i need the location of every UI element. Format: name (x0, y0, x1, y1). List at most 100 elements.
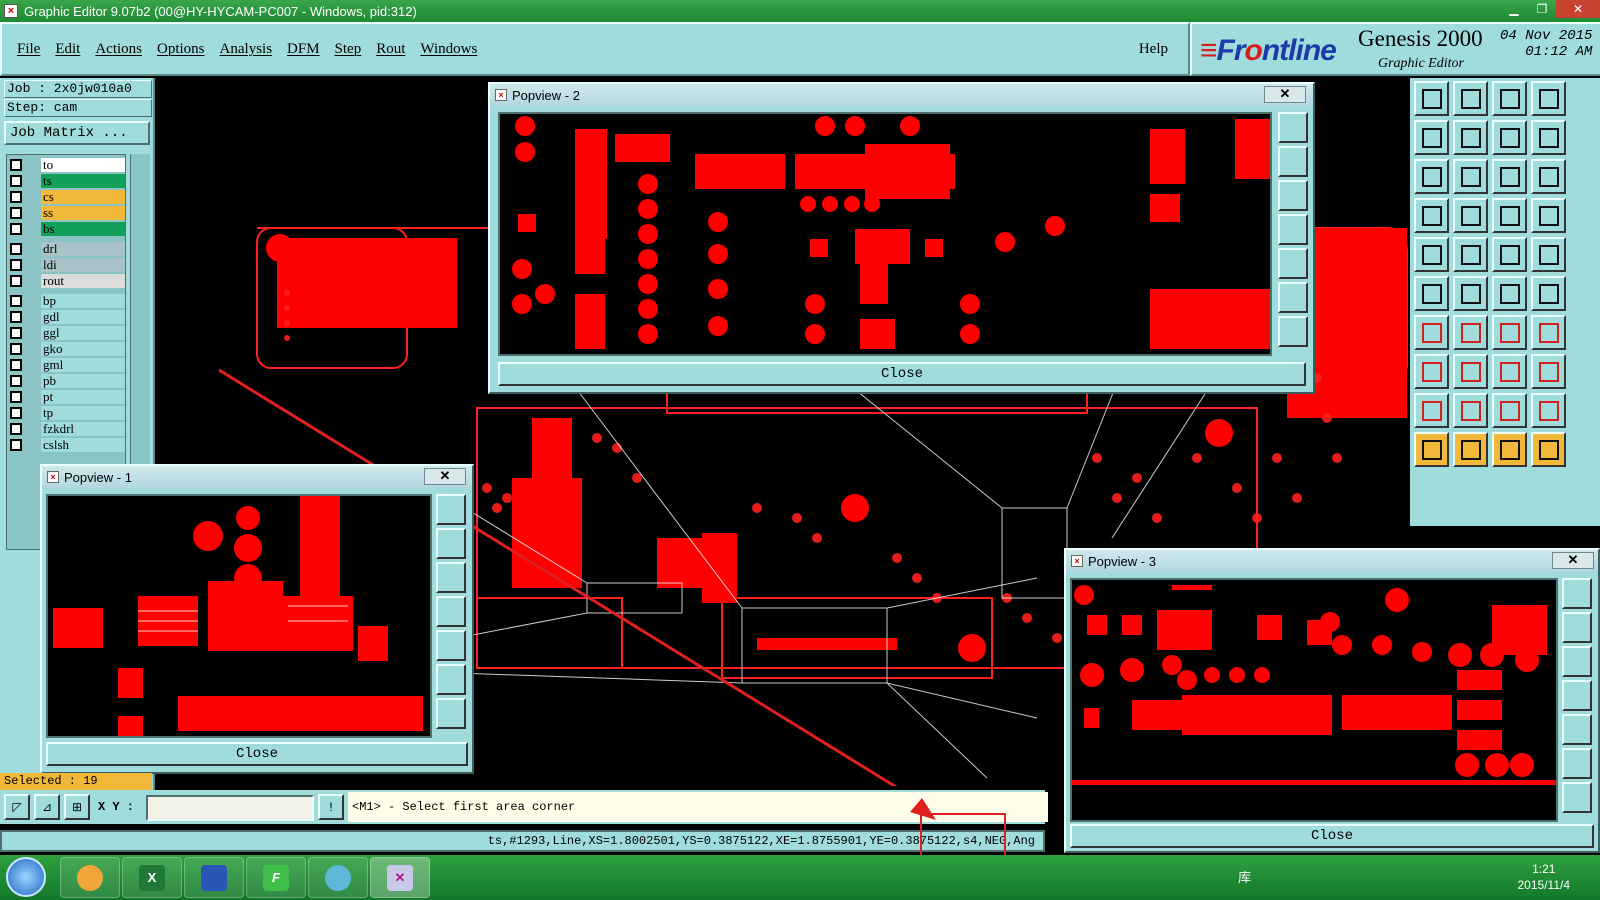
tool-button-r1-c4[interactable] (1531, 81, 1566, 116)
layer-row-fzkdrl[interactable]: fzkdrl (7, 421, 125, 436)
layer-row-ss[interactable]: ss (7, 205, 125, 220)
popview-3-tool-5[interactable] (1562, 714, 1592, 745)
popview-3-tool-2[interactable] (1562, 612, 1592, 643)
layer-checkbox[interactable] (10, 190, 22, 203)
popview-3-close-button[interactable]: Close (1070, 824, 1594, 848)
taskbar-excel[interactable]: X (122, 857, 182, 898)
tray-library[interactable]: 库 (1238, 867, 1251, 886)
tool-button-r5-c4[interactable] (1531, 237, 1566, 272)
layer-name[interactable]: bs (41, 221, 125, 236)
layer-row-ts[interactable]: ts (7, 173, 125, 188)
layer-row-to[interactable]: to (7, 157, 125, 172)
popview-1-titlebar[interactable]: × Popview - 1 (42, 466, 472, 488)
layer-name[interactable]: pb (41, 373, 125, 388)
snap-grid-icon[interactable]: ◸ (4, 794, 30, 820)
tool-button-r4-c1[interactable] (1414, 198, 1449, 233)
layer-checkbox[interactable] (10, 222, 22, 235)
tool-button-r1-c1[interactable] (1414, 81, 1449, 116)
tool-button-r2-c4[interactable] (1531, 120, 1566, 155)
layer-checkbox[interactable] (10, 390, 22, 403)
xy-input[interactable] (146, 795, 314, 821)
layer-row-drl[interactable]: drl (7, 241, 125, 256)
popview-2-tool-5[interactable] (1278, 248, 1308, 279)
popview-3-tool-6[interactable] (1562, 748, 1592, 779)
taskbar-frontline[interactable]: F (246, 857, 306, 898)
tool-button-r8-c3[interactable] (1492, 354, 1527, 389)
tool-button-r7-c4[interactable] (1531, 315, 1566, 350)
layer-name[interactable]: ggl (41, 325, 125, 340)
popview-2-tool-2[interactable] (1278, 146, 1308, 177)
layer-name[interactable]: ss (41, 205, 125, 220)
menu-actions[interactable]: Actions (95, 41, 142, 58)
minimize-icon[interactable]: ▁ (1500, 0, 1528, 18)
layer-name[interactable]: drl (41, 241, 125, 256)
menu-file[interactable]: File (17, 41, 40, 58)
layer-row-pb[interactable]: pb (7, 373, 125, 388)
tool-button-r3-c2[interactable] (1453, 159, 1488, 194)
popview-2-close-button[interactable]: Close (498, 362, 1306, 386)
layer-row-rout[interactable]: rout (7, 273, 125, 288)
layer-checkbox[interactable] (10, 422, 22, 435)
popview-1-tool-4[interactable] (436, 596, 466, 627)
popview-1-close-button[interactable]: Close (46, 742, 468, 766)
layer-row-bp[interactable]: bp (7, 293, 125, 308)
layer-name[interactable]: tp (41, 405, 125, 420)
layer-checkbox[interactable] (10, 206, 22, 219)
layer-name[interactable]: pt (41, 389, 125, 404)
layer-row-gko[interactable]: gko (7, 341, 125, 356)
tool-button-r9-c4[interactable] (1531, 393, 1566, 428)
popview-3-tool-4[interactable] (1562, 680, 1592, 711)
taskbar-shell-app[interactable] (60, 857, 120, 898)
tool-button-r8-c1[interactable] (1414, 354, 1449, 389)
snap-center-icon[interactable]: ⊞ (64, 794, 90, 820)
tool-button-r9-c1[interactable] (1414, 393, 1449, 428)
layer-checkbox[interactable] (10, 406, 22, 419)
menu-dfm[interactable]: DFM (287, 41, 320, 58)
popview-2-tool-6[interactable] (1278, 282, 1308, 313)
popview-3-tool-7[interactable] (1562, 782, 1592, 813)
tool-button-r2-c2[interactable] (1453, 120, 1488, 155)
layer-checkbox[interactable] (10, 342, 22, 355)
restore-icon[interactable]: ❐ (1528, 0, 1556, 18)
popview-2-tool-3[interactable] (1278, 180, 1308, 211)
popview-3-tool-3[interactable] (1562, 646, 1592, 677)
tool-button-r8-c4[interactable] (1531, 354, 1566, 389)
tool-button-r2-c1[interactable] (1414, 120, 1449, 155)
layer-checkbox[interactable] (10, 326, 22, 339)
close-icon[interactable]: ✕ (1556, 0, 1600, 18)
tool-button-r6-c4[interactable] (1531, 276, 1566, 311)
start-button[interactable] (6, 857, 46, 897)
layer-row-ldi[interactable]: ldi (7, 257, 125, 272)
tool-button-r7-c2[interactable] (1453, 315, 1488, 350)
tool-button-r9-c2[interactable] (1453, 393, 1488, 428)
tool-button-r4-c2[interactable] (1453, 198, 1488, 233)
job-matrix-button[interactable]: Job Matrix ... (4, 121, 150, 145)
layer-row-tp[interactable]: tp (7, 405, 125, 420)
abort-icon[interactable]: ! (318, 794, 344, 820)
layer-name[interactable]: cslsh (41, 437, 125, 452)
popview-1-tool-1[interactable] (436, 494, 466, 525)
tool-button-r10-c1[interactable] (1414, 432, 1449, 467)
popview-1-tool-6[interactable] (436, 664, 466, 695)
layer-name[interactable]: rout (41, 273, 125, 288)
layer-checkbox[interactable] (10, 158, 22, 171)
popview-2-close-icon[interactable]: ✕ (1264, 86, 1306, 103)
tool-button-r2-c3[interactable] (1492, 120, 1527, 155)
popview-3-tool-1[interactable] (1562, 578, 1592, 609)
popview-1-tool-3[interactable] (436, 562, 466, 593)
taskbar-genesis[interactable]: ✕ (370, 857, 430, 898)
taskbar-save-app[interactable] (184, 857, 244, 898)
popview-1-tool-7[interactable] (436, 698, 466, 729)
tool-button-r6-c1[interactable] (1414, 276, 1449, 311)
layer-row-gml[interactable]: gml (7, 357, 125, 372)
menu-rout[interactable]: Rout (376, 41, 405, 58)
tool-button-r6-c2[interactable] (1453, 276, 1488, 311)
tool-button-r5-c1[interactable] (1414, 237, 1449, 272)
menu-edit[interactable]: Edit (55, 41, 80, 58)
layer-row-cslsh[interactable]: cslsh (7, 437, 125, 452)
layer-name[interactable]: fzkdrl (41, 421, 125, 436)
layer-name[interactable]: cs (41, 189, 125, 204)
menu-windows[interactable]: Windows (420, 41, 477, 58)
popview-2-tool-7[interactable] (1278, 316, 1308, 347)
tool-button-r10-c2[interactable] (1453, 432, 1488, 467)
